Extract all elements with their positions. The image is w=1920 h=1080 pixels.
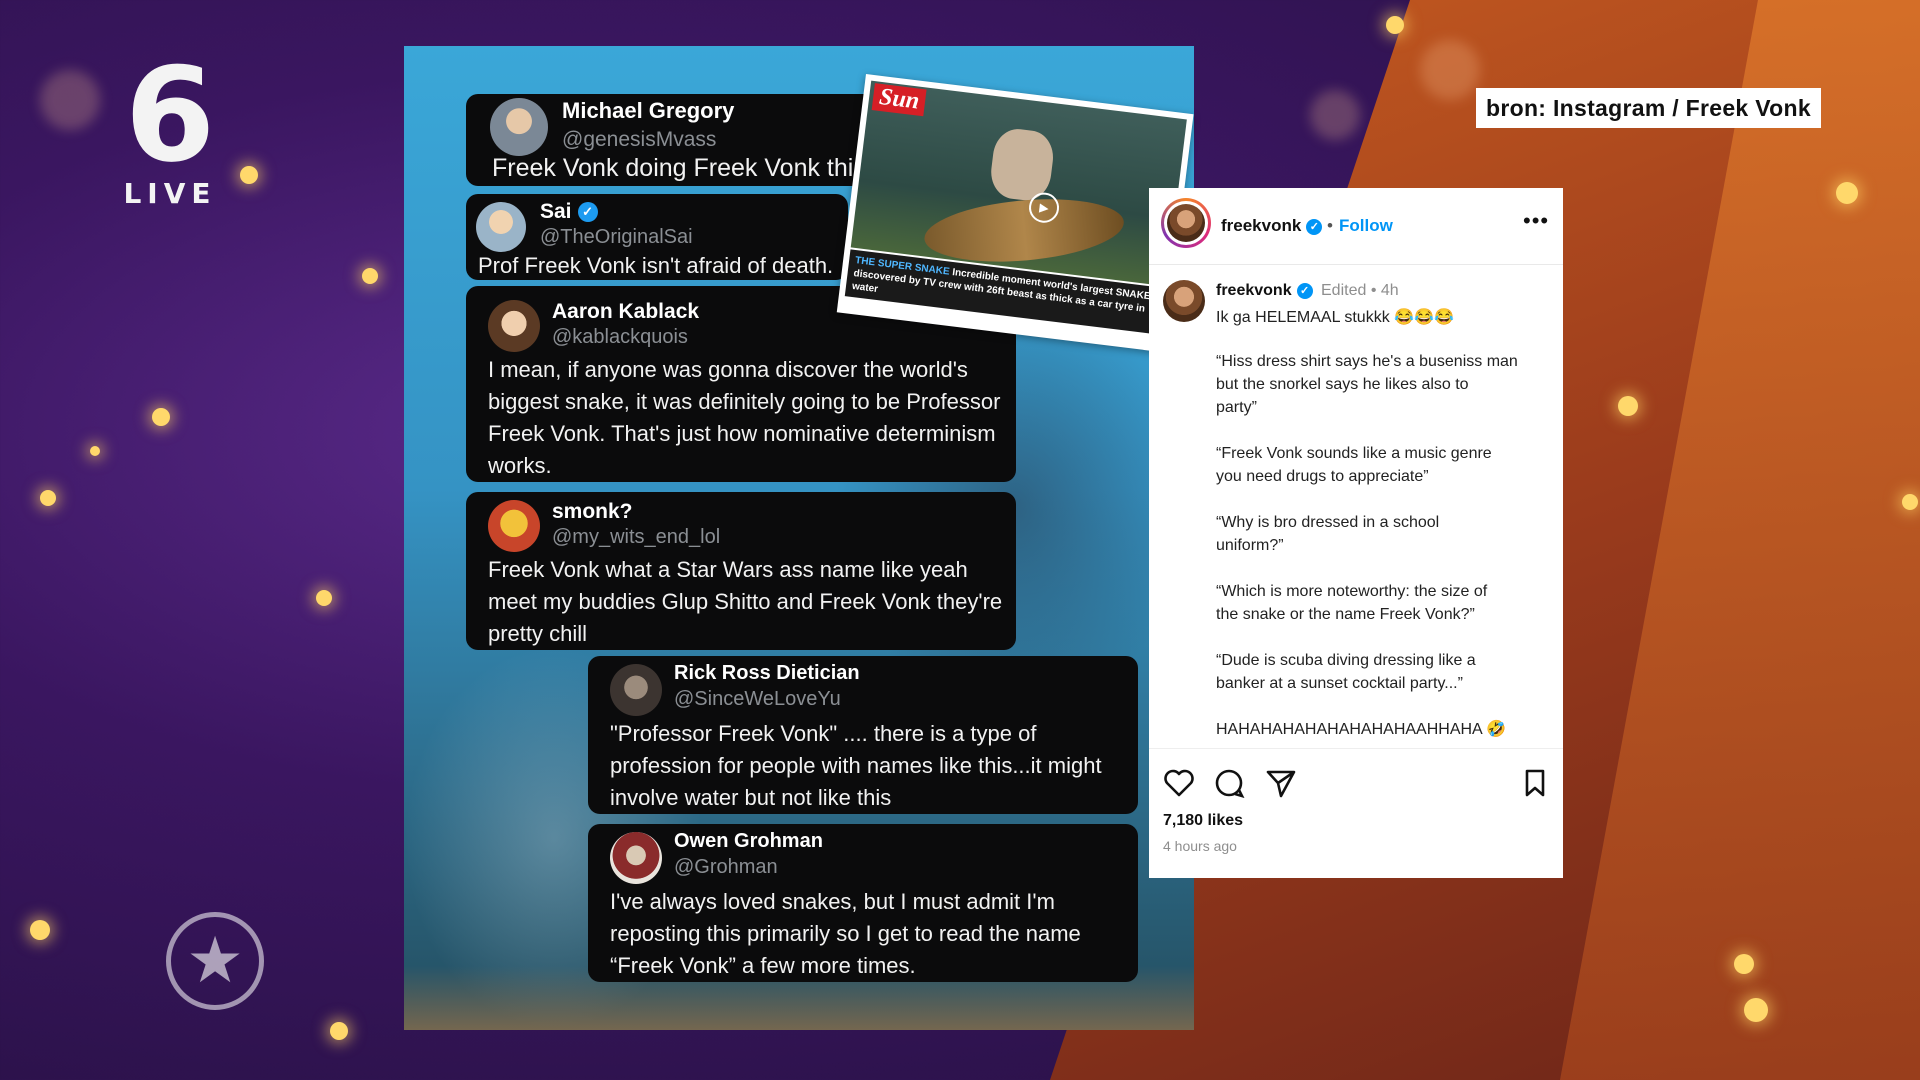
- bokeh-dot: [1386, 16, 1404, 34]
- news-clipping: ▶ Sun THE SUPER SNAKE Incredible moment …: [836, 74, 1194, 353]
- channel-logo: 6 LIVE: [110, 39, 230, 210]
- comment-icon[interactable]: [1213, 768, 1245, 803]
- bokeh-light: [1310, 90, 1360, 140]
- diver-figure: [988, 126, 1057, 204]
- avatar: [476, 202, 526, 252]
- verified-badge-icon: ✓: [1306, 218, 1323, 235]
- profile-username-text: freekvonk: [1221, 216, 1302, 235]
- instagram-post: freekvonk ✓ • Follow ••• freekvonk ✓ Edite…: [1149, 188, 1563, 878]
- bokeh-dot: [1618, 396, 1638, 416]
- caption-line: the snake or the name Freek Vonk?”: [1216, 606, 1475, 623]
- action-bar-divider: [1149, 748, 1563, 749]
- bokeh-dot: [316, 590, 332, 606]
- snake-figure: [921, 191, 1127, 270]
- share-icon[interactable]: [1265, 768, 1297, 803]
- bokeh-dot: [362, 268, 378, 284]
- source-label: bron: Instagram / Freek Vonk: [1476, 88, 1821, 128]
- bokeh-dot: [1902, 494, 1918, 510]
- channel-logo-live: LIVE: [123, 177, 217, 210]
- caption-line: “Dude is scuba diving dressing like a: [1216, 652, 1476, 669]
- story-ring-inner: [1164, 201, 1208, 245]
- tweet-handle: @SinceWeLoveYu: [674, 688, 841, 710]
- avatar: [610, 832, 662, 884]
- bokeh-dot: [1744, 998, 1768, 1022]
- caption-line: party”: [1216, 399, 1257, 416]
- like-heart-icon[interactable]: [1163, 768, 1195, 803]
- tweet-handle: @TheOriginalSai: [540, 226, 693, 248]
- tweet-handle: @kablackquois: [552, 326, 688, 348]
- bokeh-dot: [40, 490, 56, 506]
- instagram-post-header: freekvonk ✓ • Follow •••: [1149, 188, 1563, 265]
- bokeh-dot: [240, 166, 258, 184]
- avatar: [1167, 204, 1205, 242]
- tweet-handle: @Grohman: [674, 856, 778, 878]
- caption-line: HAHAHAHAHAHAHAHAHAAHHAHA 🤣: [1216, 721, 1507, 738]
- tweet-author-name: Rick Ross Dietician: [674, 662, 860, 684]
- caption-username[interactable]: freekvonk ✓: [1216, 282, 1313, 300]
- verified-badge-icon: ✓: [577, 202, 598, 223]
- separator-dot: •: [1327, 216, 1333, 235]
- tweet-author-name: Michael Gregory: [562, 98, 735, 123]
- tweet-card: smonk? @my_wits_end_lol Freek Vonk what …: [466, 492, 1016, 650]
- tweet-author-name: Owen Grohman: [674, 830, 823, 852]
- caption-username-text: freekvonk: [1216, 282, 1292, 299]
- caption-line: uniform?”: [1216, 537, 1284, 554]
- avatar: [610, 664, 662, 716]
- story-ring[interactable]: [1161, 198, 1211, 248]
- bokeh-light: [1420, 40, 1480, 100]
- star-icon: ★: [166, 912, 264, 1010]
- bokeh-dot: [152, 408, 170, 426]
- verified-badge-icon: ✓: [1296, 282, 1313, 299]
- tweet-author-name: smonk?: [552, 500, 633, 523]
- tweet-handle: @genesisMvass: [562, 128, 717, 151]
- avatar[interactable]: [1163, 280, 1205, 322]
- caption-line: banker at a sunset cocktail party...”: [1216, 675, 1463, 692]
- post-time: 4 hours ago: [1163, 838, 1237, 854]
- tweet-handle: @my_wits_end_lol: [552, 526, 721, 548]
- bokeh-dot: [30, 920, 50, 940]
- bokeh-dot: [90, 446, 100, 456]
- tweet-text: I've always loved snakes, but I must adm…: [610, 889, 1081, 978]
- follow-button[interactable]: Follow: [1339, 216, 1393, 236]
- tweet-text: Freek Vonk doing Freek Vonk things: [492, 154, 894, 182]
- more-options-icon[interactable]: •••: [1523, 208, 1549, 234]
- bokeh-light: [40, 70, 100, 130]
- avatar: [488, 300, 540, 352]
- bokeh-dot: [1734, 954, 1754, 974]
- caption-line: but the snorkel says he likes also to: [1216, 376, 1469, 393]
- avatar: [490, 98, 548, 156]
- caption-line: “Hiss dress shirt says he's a buseniss m…: [1216, 353, 1518, 370]
- tweet-author-name: Sai ✓: [540, 200, 598, 224]
- tweet-card: Michael Gregory @genesisMvass Freek Vonk…: [466, 94, 911, 186]
- likes-count[interactable]: 7,180 likes: [1163, 812, 1243, 830]
- caption-line: Ik ga HELEMAAL stukkk 😂😂😂: [1216, 309, 1454, 326]
- caption-line: “Which is more noteworthy: the size of: [1216, 583, 1488, 600]
- bokeh-dot: [1836, 182, 1858, 204]
- tweet-text: I mean, if anyone was gonna discover the…: [488, 357, 1001, 478]
- tweet-text: Prof Freek Vonk isn't afraid of death.: [478, 253, 834, 278]
- tweet-author-name-text: Sai: [540, 200, 572, 223]
- caption-line: you need drugs to appreciate”: [1216, 468, 1429, 485]
- tweet-text: Freek Vonk what a Star Wars ass name lik…: [488, 557, 1003, 646]
- caption-line: “Freek Vonk sounds like a music genre: [1216, 445, 1492, 462]
- caption-line: “Why is bro dressed in a school: [1216, 514, 1440, 531]
- tweet-author-name: Aaron Kablack: [552, 300, 700, 323]
- bookmark-icon[interactable]: [1521, 768, 1549, 803]
- tweet-text: "Professor Freek Vonk" .... there is a t…: [610, 721, 1102, 810]
- profile-username[interactable]: freekvonk ✓: [1221, 216, 1323, 236]
- edited-timestamp: Edited • 4h: [1321, 282, 1399, 299]
- tweet-card: Sai ✓ @TheOriginalSai Prof Freek Vonk isn…: [466, 194, 848, 280]
- channel-logo-number: 6: [124, 39, 216, 191]
- tweet-card: Rick Ross Dietician @SinceWeLoveYu "Prof…: [588, 656, 1138, 814]
- bokeh-dot: [330, 1022, 348, 1040]
- tweet-card: Owen Grohman @Grohman I've always loved …: [588, 824, 1138, 982]
- avatar: [488, 500, 540, 552]
